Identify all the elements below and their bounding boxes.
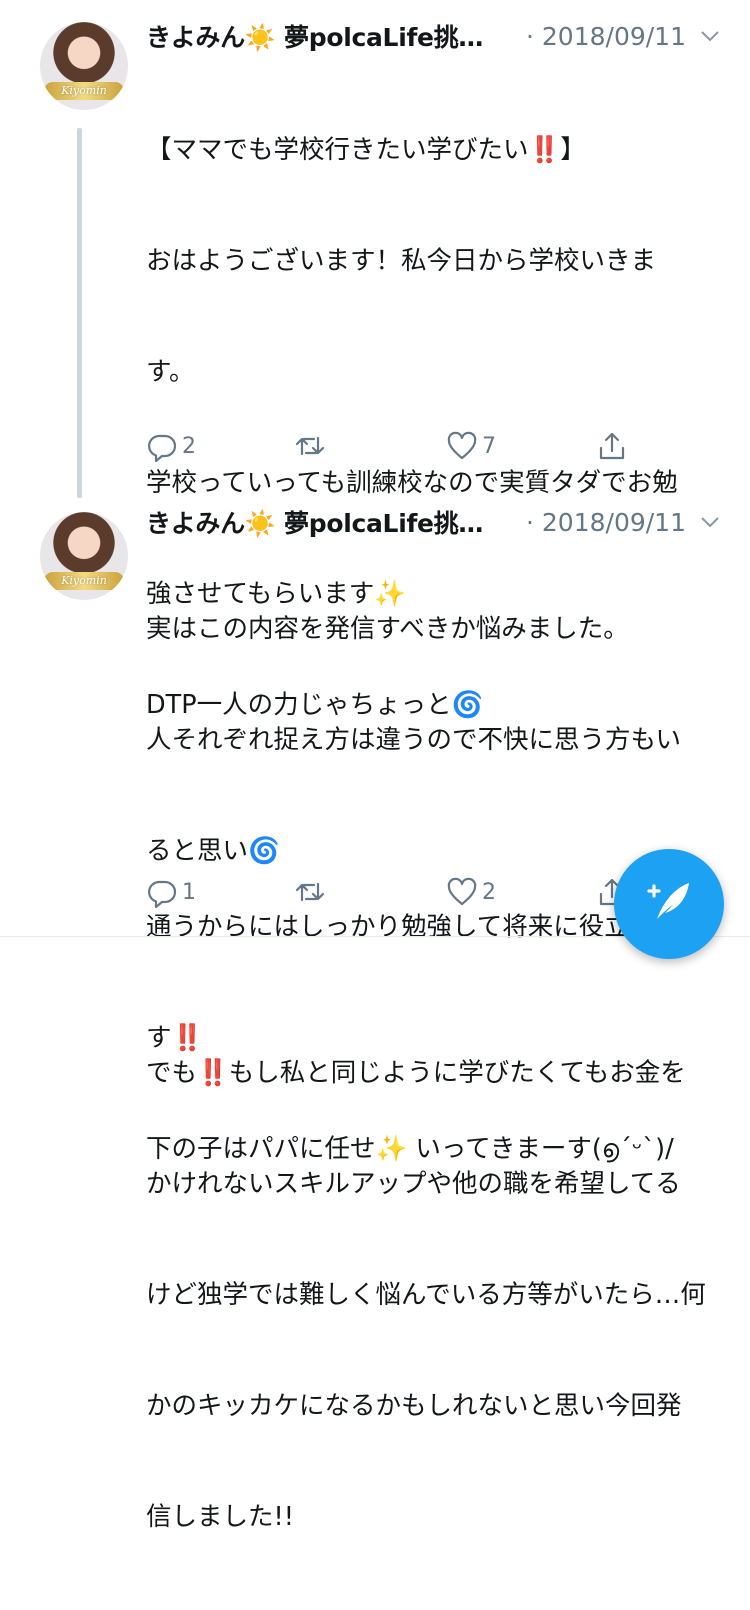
- tweet-date[interactable]: · 2018/09/11: [526, 508, 686, 537]
- tweet-line: けど独学では難しく悩んでいる方等がいたら…何: [146, 1280, 706, 1310]
- avatar-badge: Kiyomin: [44, 82, 124, 100]
- heart-icon: [447, 877, 477, 906]
- tweet-actions: 2 7: [146, 430, 646, 464]
- tweet-line: かけれないスキルアップや他の職を希望してる: [146, 1169, 681, 1199]
- retweet-button[interactable]: [294, 430, 330, 462]
- tweet-line: 学校っていっても訓練校なので実質タダでお勉: [146, 468, 678, 498]
- reply-count: 1: [182, 879, 196, 905]
- tweet-line: す。: [146, 357, 195, 387]
- author-name[interactable]: きよみん☀️ 夢polcaLife挑…: [146, 18, 483, 54]
- tweet-line: 実はこの内容を発信すべきか悩みました。: [146, 614, 629, 644]
- compose-tweet-icon: [647, 883, 689, 919]
- tweet-line: おはようございます！私今日から学校いきま: [146, 246, 657, 276]
- like-count: 2: [482, 879, 496, 905]
- tweet-line: 人それぞれ捉え方は違うので不快に思う方もい: [146, 725, 681, 755]
- tweet-line: かのキッカケになるかもしれないと思い今回発: [146, 1391, 682, 1421]
- chevron-down-icon[interactable]: [698, 510, 722, 534]
- compose-tweet-button[interactable]: [614, 849, 724, 959]
- retweet-button[interactable]: [294, 876, 330, 908]
- reply-button[interactable]: 2: [146, 430, 196, 462]
- author-name[interactable]: きよみん☀️ 夢polcaLife挑…: [146, 504, 483, 540]
- chevron-down-icon[interactable]: [698, 24, 722, 48]
- tweet-text: 実はこの内容を発信すべきか悩みました。 人それぞれ捉え方は違うので不快に思う方も…: [146, 537, 736, 1610]
- like-button[interactable]: 2: [446, 876, 496, 908]
- tweet-actions: 1 2: [146, 876, 646, 910]
- retweet-icon: [295, 436, 325, 456]
- share-button[interactable]: [596, 430, 628, 462]
- reply-icon: [148, 880, 177, 908]
- avatar-badge: Kiyomin: [44, 572, 124, 590]
- retweet-icon: [295, 882, 325, 902]
- tweet-date[interactable]: · 2018/09/11: [526, 22, 686, 51]
- reply-count: 2: [182, 433, 196, 459]
- reply-button[interactable]: 1: [146, 876, 196, 908]
- avatar[interactable]: Kiyomin: [40, 22, 128, 110]
- tweet-line: 【ママでも学校行きたい学びたい‼️】: [146, 135, 586, 165]
- tweet-header: きよみん☀️ 夢polcaLife挑… · 2018/09/11: [146, 18, 726, 54]
- thread-connector: [77, 128, 82, 498]
- tweet-1[interactable]: Kiyomin きよみん☀️ 夢polcaLife挑… · 2018/09/11…: [0, 0, 750, 1164]
- tweet-line: でも‼️もし私と同じように学びたくてもお金を: [146, 1058, 686, 1088]
- tweet-line: 信しました!!: [146, 1502, 294, 1532]
- reply-icon: [148, 434, 177, 462]
- like-button[interactable]: 7: [446, 430, 496, 462]
- share-icon: [599, 432, 625, 460]
- like-count: 7: [482, 433, 496, 459]
- heart-icon: [447, 431, 477, 460]
- avatar[interactable]: Kiyomin: [40, 512, 128, 600]
- tweet-header: きよみん☀️ 夢polcaLife挑… · 2018/09/11: [146, 504, 726, 540]
